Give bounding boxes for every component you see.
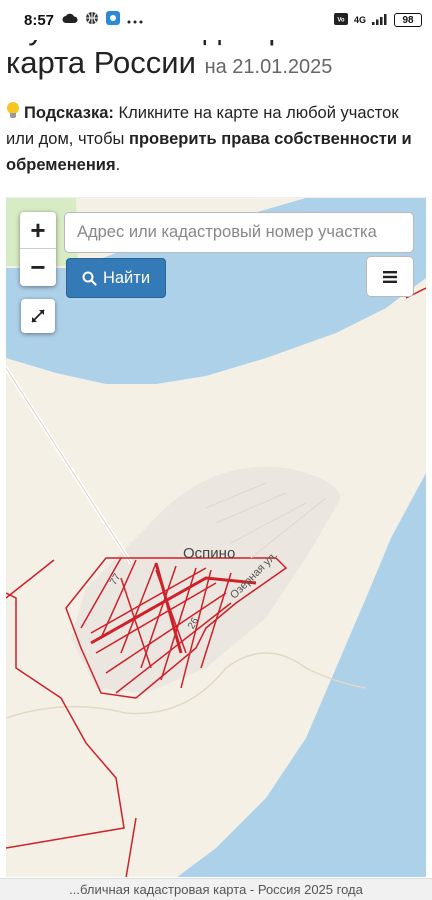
cloud-icon	[62, 11, 78, 29]
volte-icon: Vo	[333, 13, 348, 27]
hint-label: Подсказка:	[24, 104, 114, 122]
search-button[interactable]: Найти	[66, 258, 166, 298]
basketball-icon	[85, 11, 99, 30]
status-time: 8:57	[24, 11, 55, 29]
search-button-label: Найти	[102, 268, 151, 287]
battery-level: 98	[402, 14, 414, 26]
signal-icon	[372, 13, 388, 27]
app-icon	[106, 10, 121, 30]
zoom-control: + −	[20, 212, 56, 286]
footer-caption: ...бличная кадастровая карта - Россия 20…	[0, 878, 432, 900]
more-dots-icon	[127, 11, 143, 29]
search-icon	[82, 271, 97, 286]
map-label-village: Оспино	[183, 545, 236, 562]
network-type: 4G	[353, 15, 366, 25]
hint-end: .	[115, 156, 121, 174]
menu-button[interactable]	[366, 256, 414, 297]
lightbulb-icon	[6, 102, 20, 120]
search-input[interactable]	[64, 212, 414, 253]
page-title-date: на 21.01.2025	[204, 56, 333, 78]
hamburger-icon	[383, 270, 397, 283]
svg-text:Vo: Vo	[337, 18, 345, 24]
zoom-in-button[interactable]: +	[20, 212, 56, 249]
cadastral-map[interactable]: Оспино Озерная ул. 77 26 + − Найти	[6, 197, 426, 877]
expand-icon	[31, 309, 45, 323]
status-right-group: Vo 4G 98	[333, 13, 422, 27]
status-bar: 8:57 Vo 4G 98	[0, 0, 432, 40]
zoom-out-button[interactable]: −	[20, 249, 56, 285]
fullscreen-button[interactable]	[21, 299, 55, 333]
hint: Подсказка: Кликните на карте на любой уч…	[6, 100, 426, 178]
battery-icon: 98	[394, 13, 422, 27]
map-canvas[interactable]	[6, 198, 426, 877]
